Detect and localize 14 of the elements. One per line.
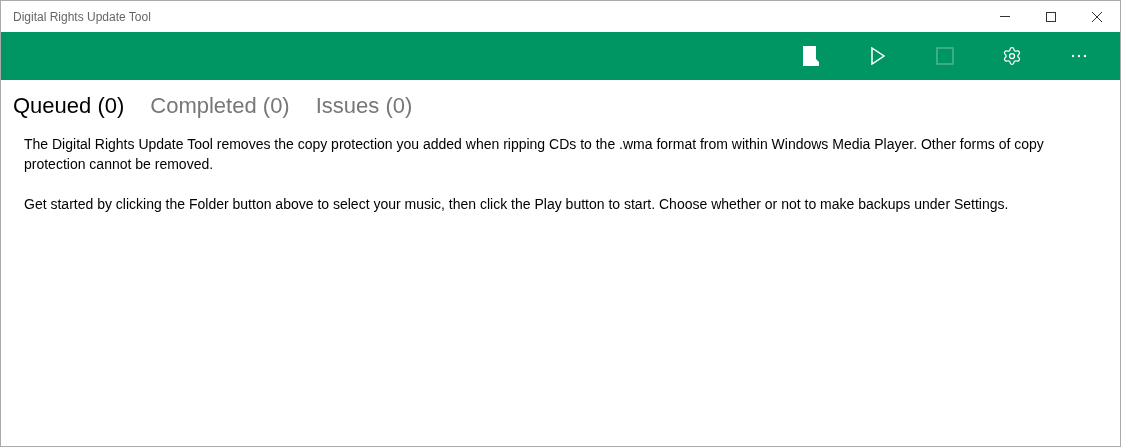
description-text: The Digital Rights Update Tool removes the copy protection you added when ripping CDs to the .wma format from within Windows Media Player. Other forms of copy protection cannot be removed.	[24, 135, 1045, 174]
stop-icon	[935, 47, 954, 65]
minimize-icon	[1000, 16, 1010, 17]
settings-icon	[1001, 46, 1022, 66]
tab[interactable]: Completed (0)	[150, 92, 290, 120]
close-icon	[1092, 11, 1102, 22]
maximize-icon	[1046, 11, 1056, 22]
folder-icon	[802, 46, 819, 66]
window-title: Digital Rights Update Tool	[13, 8, 151, 26]
tab[interactable]: Queued (0)	[13, 92, 125, 120]
tab[interactable]: Issues (0)	[315, 92, 413, 120]
play-icon	[870, 47, 885, 65]
more-icon	[1070, 54, 1087, 58]
description-text: Get started by clicking the Folder button above to select your music, then click the Play button to start. Choose whether or not to make backups under Settings.	[24, 195, 1010, 214]
